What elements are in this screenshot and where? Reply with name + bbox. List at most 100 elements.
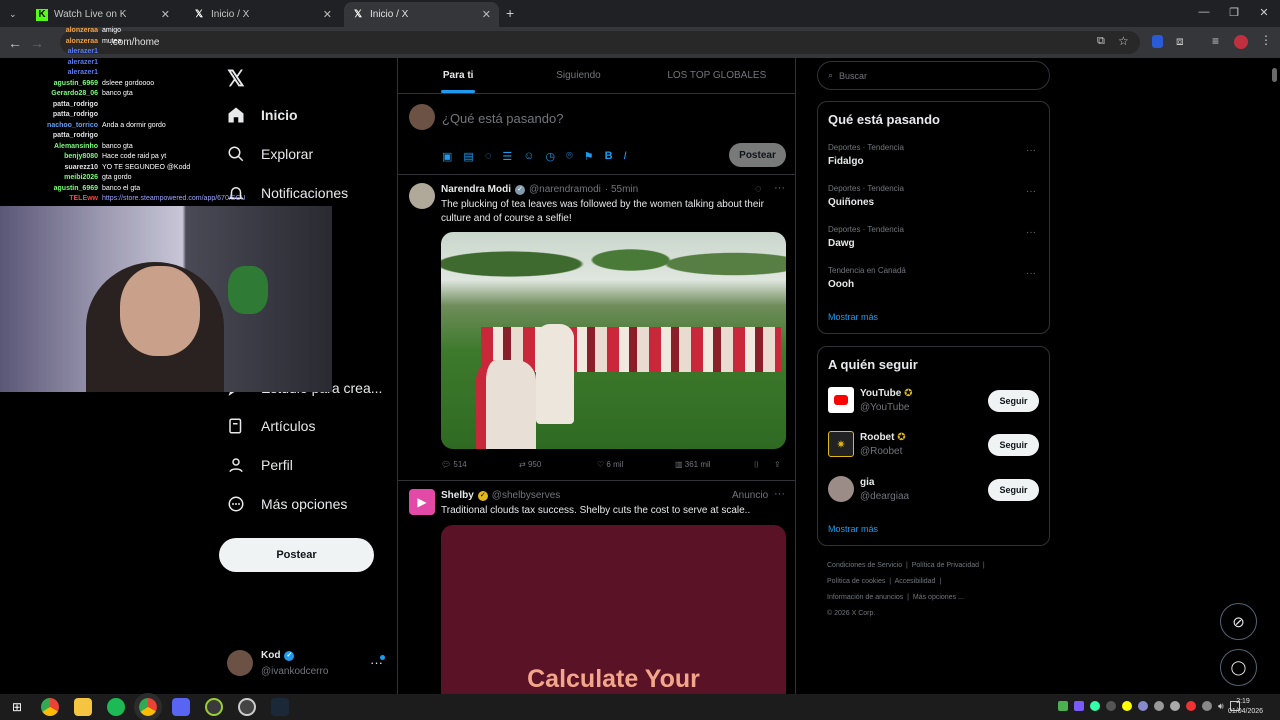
grok-icon[interactable]: ◌ <box>485 150 492 163</box>
ad-image[interactable]: Calculate Your <box>441 525 786 694</box>
chrome-icon[interactable] <box>41 698 59 716</box>
tray-app-icon[interactable] <box>1138 701 1148 711</box>
tray-app-icon[interactable] <box>1186 701 1196 711</box>
grok-float-button[interactable]: ⊘ <box>1220 603 1257 640</box>
more-horizontal-icon[interactable]: ··· <box>774 488 785 500</box>
tray-app-icon[interactable] <box>1074 701 1084 711</box>
more-horizontal-icon[interactable]: ··· <box>1026 227 1036 238</box>
follow-item[interactable]: gia @deargiaa <box>828 476 909 502</box>
windows-start-icon[interactable]: ⊞ <box>8 698 26 716</box>
chat-message: alonzeraa mutea <box>0 37 230 48</box>
image-icon[interactable]: ▣ <box>442 150 452 163</box>
reply-button[interactable]: 💬︎ 514 <box>441 460 467 469</box>
nav-more[interactable]: Más opciones <box>227 495 347 513</box>
tray-app-icon[interactable] <box>1122 701 1132 711</box>
menu-kebab-icon[interactable]: ⋮ <box>1260 33 1272 47</box>
user-avatar[interactable] <box>227 650 253 676</box>
extensions-icon[interactable]: ⧈ <box>1176 34 1184 49</box>
trend-item[interactable]: Deportes · Tendencia Dawg <box>828 225 904 249</box>
close-window-icon[interactable]: ✕ <box>1254 6 1274 19</box>
tray-app-icon[interactable] <box>1106 701 1116 711</box>
grok-icon[interactable]: ◌ <box>755 183 762 195</box>
follow-item[interactable]: YouTube ✪ @YouTube <box>828 387 912 413</box>
show-more-link[interactable]: Mostrar más <box>828 312 878 322</box>
schedule-icon[interactable]: ◷ <box>545 150 555 163</box>
media-icon[interactable]: ≡ <box>1212 34 1219 48</box>
views-button[interactable]: ▥ 361 mil <box>675 460 711 469</box>
italic-icon[interactable]: I <box>624 150 627 163</box>
chrome-active-icon[interactable] <box>134 693 162 720</box>
tweet-author[interactable]: Narendra Modi <box>441 184 511 195</box>
tab-following[interactable]: Siguiendo <box>518 58 638 93</box>
footer-link[interactable]: Accesibilidad <box>895 578 936 585</box>
retweet-button[interactable]: ⇄ 950 <box>519 460 541 469</box>
tray-app-icon[interactable] <box>1090 701 1100 711</box>
footer-link[interactable]: Más opciones ... <box>913 594 964 601</box>
profile-avatar[interactable] <box>1234 35 1248 49</box>
minimize-icon[interactable]: — <box>1194 6 1214 18</box>
file-explorer-icon[interactable] <box>74 698 92 716</box>
composer-input[interactable]: ¿Qué está pasando? <box>442 111 563 126</box>
location-icon[interactable]: ⌾ <box>566 150 573 163</box>
footer-link[interactable]: Información de anuncios <box>827 594 903 601</box>
gif-icon[interactable]: ▤ <box>463 150 473 163</box>
tweet-author[interactable]: Shelby <box>441 490 474 501</box>
search-input[interactable]: ⌕ Buscar <box>817 61 1050 90</box>
more-horizontal-icon[interactable]: ··· <box>1026 186 1036 197</box>
footer-link[interactable]: Política de Privacidad <box>912 562 979 569</box>
restore-icon[interactable]: ❐ <box>1224 6 1244 19</box>
flag-icon[interactable]: ⚑ <box>584 150 594 163</box>
bookmark-icon[interactable]: ⌷ <box>754 460 759 470</box>
like-button[interactable]: ♡ 6 mil <box>597 460 623 469</box>
obs-icon[interactable] <box>238 698 256 716</box>
ad-tweet-card[interactable]: ▶ Shelby ✓ @shelbyserves Anuncio ··· Tra… <box>398 481 795 694</box>
install-icon[interactable]: ⧉ <box>1097 35 1105 48</box>
tweet-avatar[interactable] <box>409 183 435 209</box>
steam-icon[interactable] <box>271 698 289 716</box>
post-button[interactable]: Postear <box>219 538 374 572</box>
composer-post-button[interactable]: Postear <box>729 143 786 167</box>
footer-link[interactable]: Política de cookies <box>827 578 885 585</box>
bold-icon[interactable]: B <box>605 150 613 163</box>
shelby-logo-icon[interactable]: ▶ <box>409 489 435 515</box>
footer-link[interactable]: Condiciones de Servicio <box>827 562 902 569</box>
new-tab-icon[interactable]: + <box>506 5 514 21</box>
discord-icon[interactable] <box>172 698 190 716</box>
follow-button[interactable]: Seguir <box>988 434 1039 456</box>
messages-float-button[interactable]: ◯ <box>1220 649 1257 686</box>
more-horizontal-icon[interactable]: ··· <box>1026 268 1036 279</box>
tweet-image[interactable] <box>441 232 786 449</box>
tab-x-active[interactable]: 𝕏 Inicio / X ✕ <box>344 2 499 27</box>
speaker-icon[interactable]: 🔊︎ <box>1218 701 1224 712</box>
more-horizontal-icon[interactable]: ··· <box>1026 145 1036 156</box>
tray-app-icon[interactable] <box>1154 701 1164 711</box>
nav-articles[interactable]: Artículos <box>227 417 315 435</box>
app-icon[interactable] <box>205 698 223 716</box>
follow-item[interactable]: ✷ Roobet ✪ @Roobet <box>828 431 906 457</box>
emoji-icon[interactable]: ☺ <box>523 150 534 163</box>
tab-top-globales[interactable]: LOS TOP GLOBALES <box>639 58 795 93</box>
close-icon[interactable]: ✕ <box>482 8 491 21</box>
tray-app-icon[interactable] <box>1170 701 1180 711</box>
clock[interactable]: 2:19 01/04/2026 <box>1228 697 1263 717</box>
tray-app-icon[interactable] <box>1058 701 1068 711</box>
follow-button[interactable]: Seguir <box>988 479 1039 501</box>
page-scrollbar[interactable] <box>1272 68 1277 82</box>
tweet-card[interactable]: Narendra Modi ✓ @narendramodi · 55min ◌ … <box>398 175 795 481</box>
follow-button[interactable]: Seguir <box>988 390 1039 412</box>
bookmark-star-icon[interactable]: ☆ <box>1118 34 1129 48</box>
trend-item[interactable]: Deportes · Tendencia Quiñones <box>828 184 904 208</box>
spotify-icon[interactable] <box>107 698 125 716</box>
tray-app-icon[interactable] <box>1202 701 1212 711</box>
trend-item[interactable]: Deportes · Tendencia Fidalgo <box>828 143 904 167</box>
show-more-link[interactable]: Mostrar más <box>828 524 878 534</box>
shield-extension-icon[interactable] <box>1152 35 1163 48</box>
share-icon[interactable]: ⇪ <box>774 460 781 469</box>
poll-icon[interactable]: ☰ <box>502 150 512 163</box>
trend-item[interactable]: Tendencia en Canadá Oooh <box>828 266 906 290</box>
more-horizontal-icon[interactable]: ··· <box>774 182 785 194</box>
close-icon[interactable]: ✕ <box>323 8 332 21</box>
tab-for-you[interactable]: Para ti <box>398 58 518 93</box>
user-account-switcher[interactable]: Kod ✓ @ivankodcerro <box>261 650 328 677</box>
nav-profile[interactable]: Perfil <box>227 456 293 474</box>
